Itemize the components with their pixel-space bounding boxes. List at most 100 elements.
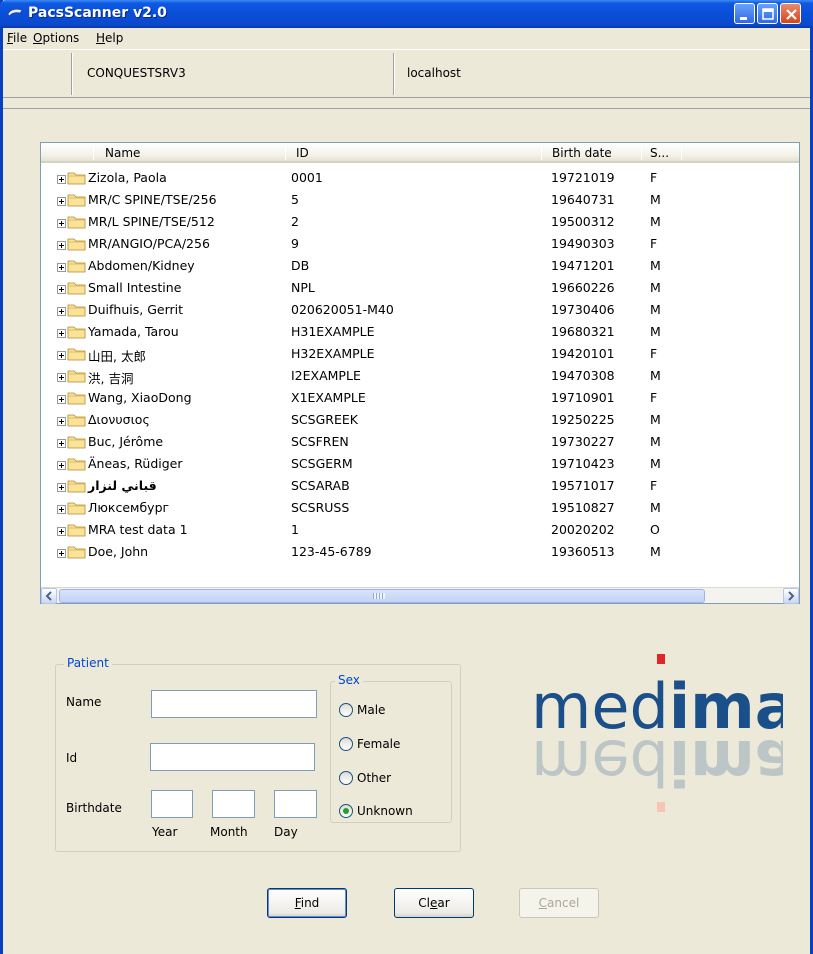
folder-icon [67,348,86,361]
scroll-left-button[interactable] [41,588,57,604]
server-host[interactable]: localhost [407,66,461,80]
table-row[interactable]: Διονυσιος SCSGREEK 19250225 M [41,410,799,432]
table-row[interactable]: Люксембург SCSRUSS 19510827 M [41,498,799,520]
expand-icon[interactable] [57,461,66,470]
server-toolbar: CONQUESTSRV3 localhost [3,49,810,98]
table-row[interactable]: Wang, XiaoDong X1EXAMPLE 19710901 F [41,388,799,410]
column-header-sex[interactable]: S... [650,146,669,160]
cell-name: MR/ANGIO/PCA/256 [88,236,210,251]
expand-icon[interactable] [57,417,66,426]
column-header-id[interactable]: ID [296,146,309,160]
radio-female[interactable] [339,737,353,751]
radio-unknown[interactable] [339,804,353,818]
menu-help[interactable]: Help [96,31,123,45]
menu-file[interactable]: File [7,31,27,45]
expand-icon[interactable] [57,549,66,558]
radio-male[interactable] [339,703,353,717]
title-bar[interactable]: PacsScanner v2.0 [0,0,813,28]
radio-male-label: Male [357,703,386,717]
table-row[interactable]: Zizola, Paola 0001 19721019 F [41,168,799,190]
id-field[interactable] [150,743,315,771]
table-row[interactable]: Small Intestine NPL 19660226 M [41,278,799,300]
expand-icon[interactable] [57,351,66,360]
expand-icon[interactable] [57,373,66,382]
cell-sex: M [650,258,661,273]
folder-icon [67,260,86,273]
menu-file-label: ile [13,31,28,45]
expand-icon[interactable] [57,197,66,206]
table-row[interactable]: 洪, 吉洞 I2EXAMPLE 19470308 M [41,366,799,388]
server-ae-title[interactable]: CONQUESTSRV3 [87,66,186,80]
toolbar-grip[interactable] [71,53,73,95]
expand-icon[interactable] [57,395,66,404]
column-separator[interactable] [285,146,286,160]
folder-icon [67,238,86,251]
expand-icon[interactable] [57,329,66,338]
column-separator[interactable] [641,146,642,160]
scroll-right-button[interactable] [783,588,799,604]
expand-icon[interactable] [57,263,66,272]
column-separator[interactable] [541,146,542,160]
birth-year-field[interactable] [151,790,193,818]
table-row[interactable]: MRA test data 1 1 20020202 O [41,520,799,542]
folder-icon [67,392,86,405]
cell-birth-date: 19640731 [551,192,615,207]
expand-icon[interactable] [57,307,66,316]
cancel-accel: C [538,896,548,910]
table-row[interactable]: Abdomen/Kidney DB 19471201 M [41,256,799,278]
cell-name: Zizola, Paola [88,170,167,185]
expand-icon[interactable] [57,505,66,514]
column-header-name[interactable]: Name [105,146,140,160]
menu-help-accel: H [96,31,106,45]
table-row[interactable]: 山田, 太郎 H32EXAMPLE 19420101 F [41,344,799,366]
clear-button[interactable]: Clear [394,888,474,918]
close-button[interactable] [780,3,801,24]
table-row[interactable]: Buc, Jérôme SCSFREN 19730227 M [41,432,799,454]
cell-name: Duifhuis, Gerrit [88,302,184,317]
expand-icon[interactable] [57,527,66,536]
radio-female-label: Female [357,737,401,751]
horizontal-scrollbar[interactable] [41,587,799,604]
maximize-button[interactable] [757,3,778,24]
table-row[interactable]: Yamada, Tarou H31EXAMPLE 19680321 M [41,322,799,344]
table-row[interactable]: MR/ANGIO/PCA/256 9 19490303 F [41,234,799,256]
table-row[interactable]: Doe, John 123-45-6789 19360513 M [41,542,799,564]
radio-other[interactable] [339,771,353,785]
column-separator[interactable] [93,146,94,160]
clear-label-pre: Cl [418,896,431,910]
folder-icon [67,216,86,229]
cell-id: H32EXAMPLE [291,346,375,361]
cell-name: Buc, Jérôme [88,434,164,449]
birth-month-field[interactable] [212,790,255,818]
month-label: Month [210,825,248,839]
scroll-thumb[interactable] [59,589,705,603]
name-field[interactable] [151,690,317,718]
cell-id: 0001 [291,170,323,185]
expand-icon[interactable] [57,439,66,448]
table-row[interactable]: قباني لنزار SCSARAB 19571017 F [41,476,799,498]
column-header-birth-date[interactable]: Birth date [552,146,612,160]
expand-icon[interactable] [57,219,66,228]
cell-birth-date: 19470308 [551,368,615,383]
column-separator[interactable] [681,146,682,160]
cell-birth-date: 20020202 [551,522,615,537]
menu-options[interactable]: Options [33,31,79,45]
cell-birth-date: 19360513 [551,544,615,559]
expand-icon[interactable] [57,241,66,250]
minimize-button[interactable] [734,3,755,24]
patient-tree[interactable]: Name ID Birth date S... Zizola, Paola 000… [40,142,800,604]
birth-day-field[interactable] [274,790,317,818]
expand-icon[interactable] [57,175,66,184]
find-button[interactable]: Find [267,888,347,918]
table-row[interactable]: MR/L SPINE/TSE/512 2 19500312 M [41,212,799,234]
table-row[interactable]: MR/C SPINE/TSE/256 5 19640731 M [41,190,799,212]
cell-id: NPL [291,280,315,295]
main-content: Name ID Birth date S... Zizola, Paola 000… [3,110,810,954]
expand-icon[interactable] [57,483,66,492]
cancel-button[interactable]: Cancel [519,888,599,918]
cell-id: SCSGERM [291,456,353,471]
folder-icon [67,326,86,339]
expand-icon[interactable] [57,285,66,294]
table-row[interactable]: Duifhuis, Gerrit 020620051-M40 19730406 M [41,300,799,322]
table-row[interactable]: Äneas, Rüdiger SCSGERM 19710423 M [41,454,799,476]
